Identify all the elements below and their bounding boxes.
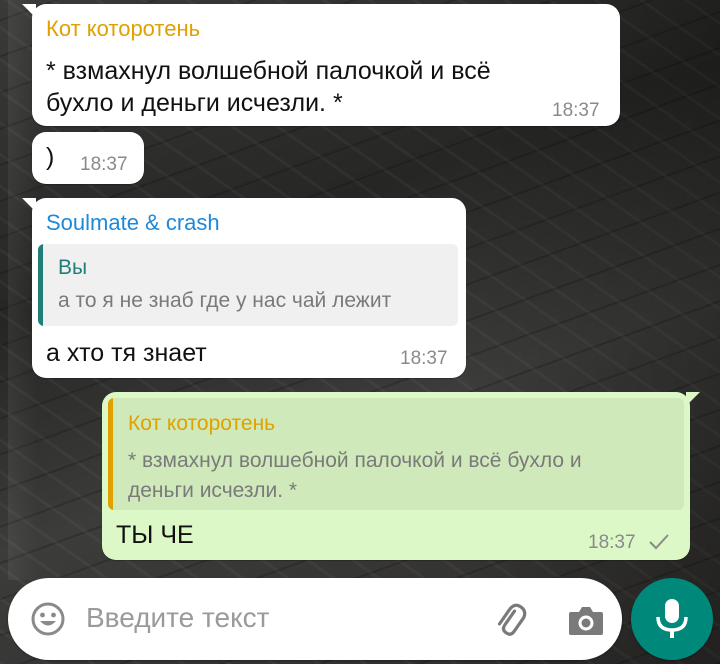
- bubble-tail: [22, 4, 36, 18]
- message-sender[interactable]: Кот которотень: [46, 16, 200, 42]
- single-check-icon: [649, 534, 669, 550]
- microphone-button[interactable]: [631, 578, 713, 660]
- message-bubble-incoming[interactable]: Кот которотень * взмахнул волшебной пало…: [22, 4, 620, 126]
- message-composer[interactable]: Введите текст: [8, 578, 622, 660]
- message-text: ТЫ ЧЕ: [116, 521, 194, 549]
- quoted-message[interactable]: Кот которотень * взмахнул волшебной пало…: [108, 398, 684, 510]
- bubble-tail: [22, 198, 36, 212]
- message-bubble-outgoing[interactable]: Кот которотень * взмахнул волшебной пало…: [102, 392, 700, 560]
- camera-icon[interactable]: [566, 600, 606, 640]
- message-time: 18:37: [400, 348, 448, 369]
- message-time: 18:37: [80, 154, 128, 175]
- quoted-sender: Кот которотень: [128, 412, 276, 435]
- quote-bar: [108, 398, 113, 510]
- quoted-sender: Вы: [58, 256, 88, 279]
- message-time: 18:37: [588, 532, 636, 553]
- quoted-text-line: * взмахнул волшебной палочкой и всё бухл…: [128, 449, 582, 472]
- message-text: ): [46, 143, 55, 171]
- microphone-icon: [656, 599, 688, 638]
- quoted-text-line: деньги исчезли. *: [128, 479, 298, 502]
- bubble-tail: [686, 392, 700, 406]
- message-text: а хто тя знает: [46, 339, 207, 367]
- quote-bar: [38, 244, 43, 326]
- message-time: 18:37: [552, 100, 600, 121]
- quoted-message[interactable]: Вы а то я не знаб где у нас чай лежит: [38, 244, 458, 326]
- message-text-line: * взмахнул волшебной палочкой и всё: [46, 57, 491, 85]
- message-sender[interactable]: Soulmate & crash: [46, 210, 220, 236]
- message-bubble-incoming[interactable]: ) 18:37: [32, 132, 144, 184]
- paperclip-icon[interactable]: [490, 600, 530, 640]
- message-bubble-incoming[interactable]: Soulmate & crash Вы а то я не знаб где у…: [22, 198, 466, 378]
- message-text-line: бухло и деньги исчезли. *: [46, 89, 343, 117]
- quoted-text: а то я не знаб где у нас чай лежит: [58, 289, 392, 312]
- message-input[interactable]: Введите текст: [86, 602, 270, 634]
- emoji-icon[interactable]: [30, 601, 66, 637]
